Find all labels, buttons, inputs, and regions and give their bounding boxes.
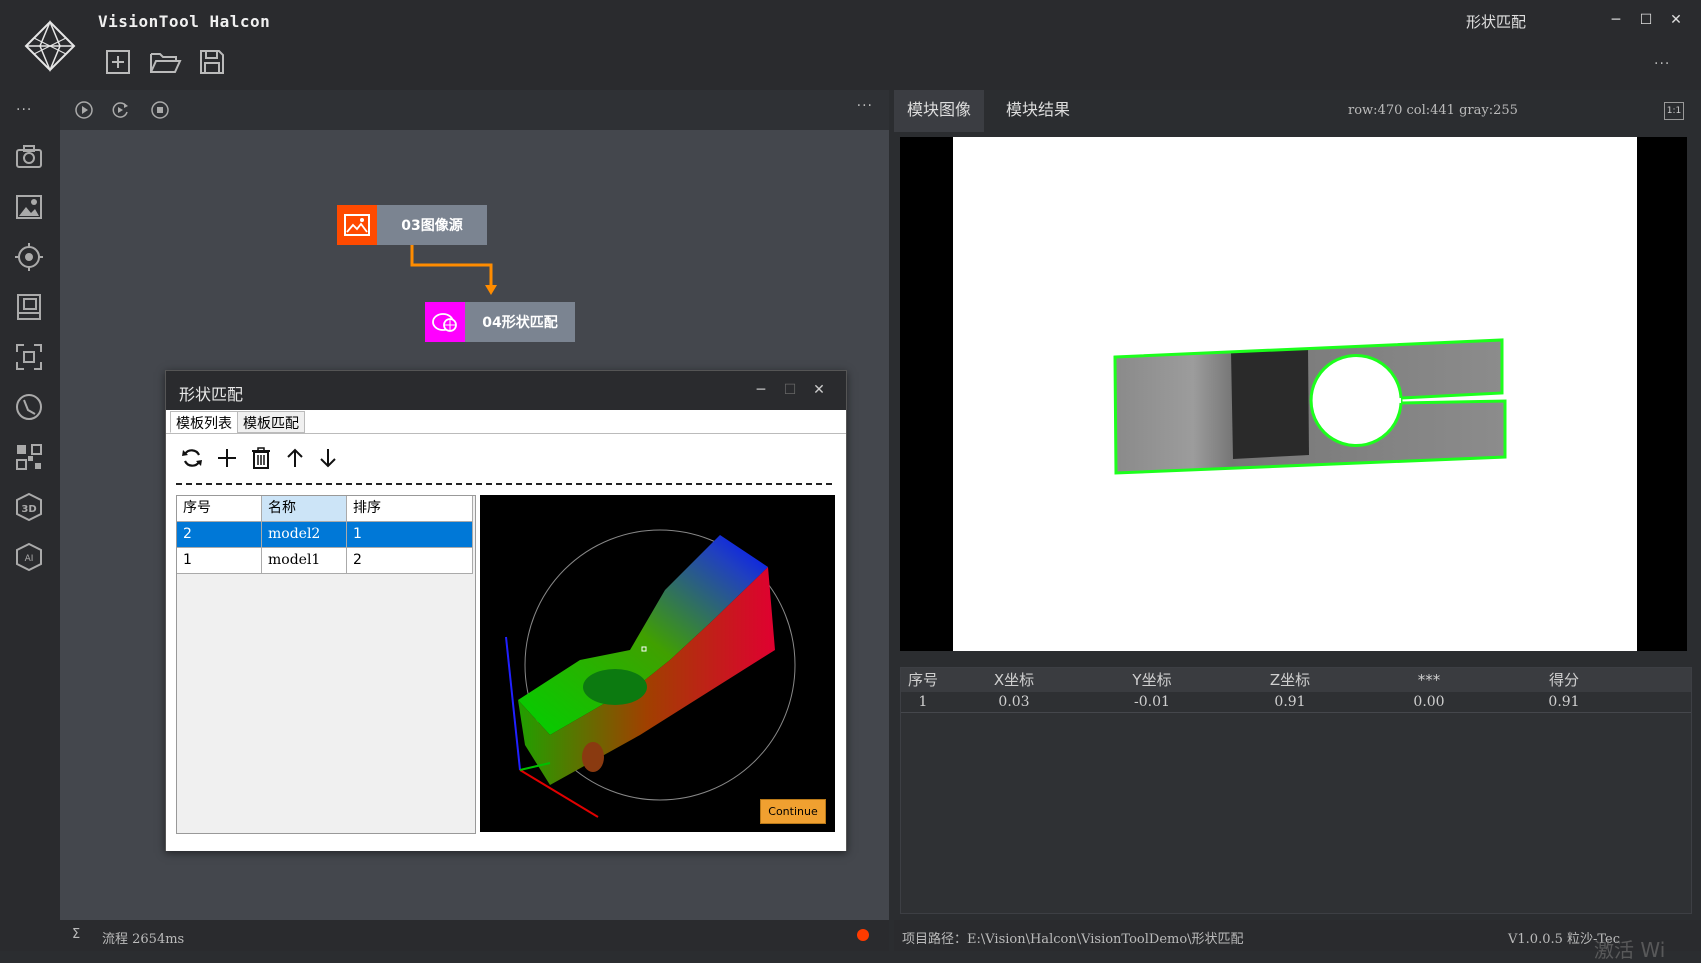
app-logo <box>24 20 76 72</box>
sidebar: ··· 3D AI <box>0 90 60 951</box>
column-header: Y坐标 <box>1132 671 1172 689</box>
table-cell: 0.91 <box>1274 694 1306 710</box>
svg-text:AI: AI <box>25 554 34 564</box>
result-table-header: 序号 X坐标 Y坐标 Z坐标 *** 得分 <box>901 668 1691 692</box>
table-cell: 2 <box>177 522 262 548</box>
app-title: VisionTool Halcon <box>98 12 271 31</box>
run-loop-icon[interactable] <box>110 100 130 120</box>
status-bar-left: Σ 流程 2654ms <box>60 920 889 951</box>
arrow-down-icon[interactable] <box>316 446 340 470</box>
table-row[interactable]: 1 0.03 -0.01 0.91 0.00 0.91 <box>901 692 1691 713</box>
dialog-maximize-button[interactable]: ☐ <box>780 380 800 400</box>
camera-icon[interactable] <box>14 142 44 172</box>
image-canvas <box>953 137 1637 651</box>
template-table: 序号 名称 排序 2 model2 1 1 model1 2 <box>176 495 476 834</box>
fit-ratio-button[interactable]: 1:1 <box>1664 102 1684 120</box>
sigma-icon: Σ <box>72 927 81 942</box>
svg-text:3D: 3D <box>21 504 36 515</box>
flow-node-label: 03图像源 <box>377 205 487 245</box>
table-cell: 1 <box>177 548 262 574</box>
model-3d-render <box>505 529 796 818</box>
save-icon[interactable] <box>198 48 226 76</box>
minimize-button[interactable]: ─ <box>1606 10 1626 30</box>
arrow-up-icon[interactable] <box>283 446 307 470</box>
table-cell: -0.01 <box>1134 694 1170 710</box>
dialog-minimize-button[interactable]: ─ <box>751 380 771 400</box>
film-icon[interactable] <box>14 292 44 322</box>
matched-part-image <box>1113 338 1507 475</box>
result-table: 序号 X坐标 Y坐标 Z坐标 *** 得分 1 0.03 -0.01 0.91 … <box>900 667 1692 914</box>
maximize-button[interactable]: ☐ <box>1636 10 1656 30</box>
project-path: 项目路径：E:\Vision\Halcon\VisionToolDemo\形状匹… <box>902 932 1244 947</box>
3d-icon[interactable]: 3D <box>14 492 44 522</box>
tab-module-image[interactable]: 模块图像 <box>894 90 985 132</box>
column-header[interactable]: 名称 <box>262 496 347 522</box>
pixel-info: row:470 col:441 gray:255 <box>1348 103 1518 118</box>
title-more-button[interactable]: ··· <box>1654 56 1670 72</box>
model-3d-view[interactable]: Continue <box>480 495 835 832</box>
close-button[interactable]: ✕ <box>1666 10 1686 30</box>
flow-node-image-source[interactable]: 03图像源 <box>337 205 487 245</box>
column-header[interactable]: 排序 <box>347 496 473 522</box>
image-view[interactable] <box>900 137 1687 651</box>
new-file-icon[interactable] <box>104 48 132 76</box>
tab-template-list[interactable]: 模板列表 <box>170 411 238 433</box>
table-cell: 0.03 <box>998 694 1030 710</box>
dialog-title-bar: 形状匹配 ─ ☐ ✕ <box>166 371 846 410</box>
target-icon[interactable] <box>14 242 44 272</box>
table-cell: model1 <box>262 548 347 574</box>
ai-icon[interactable]: AI <box>14 542 44 572</box>
table-header: 序号 名称 排序 <box>177 496 475 522</box>
image-icon <box>337 205 377 245</box>
tab-template-match[interactable]: 模板匹配 <box>237 411 305 433</box>
stop-icon[interactable] <box>150 100 170 120</box>
column-header: Z坐标 <box>1269 671 1311 689</box>
shape-match-dialog: 形状匹配 ─ ☐ ✕ 模板列表 模板匹配 序号 名称 排序 2 model2 1… <box>165 370 847 851</box>
flow-more-button[interactable]: ··· <box>857 98 873 114</box>
column-header: X坐标 <box>993 671 1035 689</box>
flow-node-label: 04形状匹配 <box>465 302 575 342</box>
flow-node-shape-match[interactable]: 04形状匹配 <box>425 302 575 342</box>
table-row[interactable]: 2 model2 1 <box>177 522 475 548</box>
table-row[interactable]: 1 model1 2 <box>177 548 475 574</box>
activation-watermark: 激活 Wi <box>1594 938 1666 962</box>
measure-icon[interactable] <box>14 392 44 422</box>
tab-module-result[interactable]: 模块结果 <box>993 90 1083 132</box>
column-header: 序号 <box>907 671 938 689</box>
table-cell: 1 <box>918 694 928 710</box>
continue-button[interactable]: Continue <box>760 799 826 824</box>
shape-match-icon <box>425 302 465 342</box>
sidebar-more-button[interactable]: ··· <box>16 102 32 118</box>
flow-time: 流程 2654ms <box>102 932 185 947</box>
result-tabs: 模块图像 模块结果 row:470 col:441 gray:255 1:1 <box>894 90 1701 132</box>
refresh-icon[interactable] <box>180 446 204 470</box>
table-cell: 1 <box>347 522 473 548</box>
dialog-tabs: 模板列表 模板匹配 <box>170 411 305 433</box>
column-header: 得分 <box>1548 671 1579 689</box>
column-header: *** <box>1417 671 1441 689</box>
column-header[interactable]: 序号 <box>177 496 262 522</box>
table-cell: 0.91 <box>1548 694 1580 710</box>
dialog-title: 形状匹配 <box>179 385 244 404</box>
result-panel: 模块图像 模块结果 row:470 col:441 gray:255 1:1 序… <box>894 90 1701 920</box>
status-bar-right: 项目路径：E:\Vision\Halcon\VisionToolDemo\形状匹… <box>894 920 1701 962</box>
table-cell: 2 <box>347 548 473 574</box>
separator <box>176 483 832 485</box>
image-settings-icon[interactable] <box>14 192 44 222</box>
table-cell: model2 <box>262 522 347 548</box>
focus-frame-icon[interactable] <box>14 342 44 372</box>
run-once-icon[interactable] <box>74 100 94 120</box>
flow-toolbar: ··· <box>60 90 889 130</box>
qr-code-icon[interactable] <box>14 442 44 472</box>
status-indicator <box>857 929 869 941</box>
open-folder-icon[interactable] <box>148 48 182 76</box>
dialog-body: 序号 名称 排序 2 model2 1 1 model1 2 Continue <box>166 433 846 851</box>
add-icon[interactable] <box>215 446 239 470</box>
dialog-close-button[interactable]: ✕ <box>809 380 829 400</box>
delete-icon[interactable] <box>249 446 273 470</box>
window-title: 形状匹配 <box>1466 13 1527 31</box>
title-bar: VisionTool Halcon 形状匹配 ─ ☐ ✕ ··· <box>0 0 1701 90</box>
table-cell: 0.00 <box>1413 694 1445 710</box>
